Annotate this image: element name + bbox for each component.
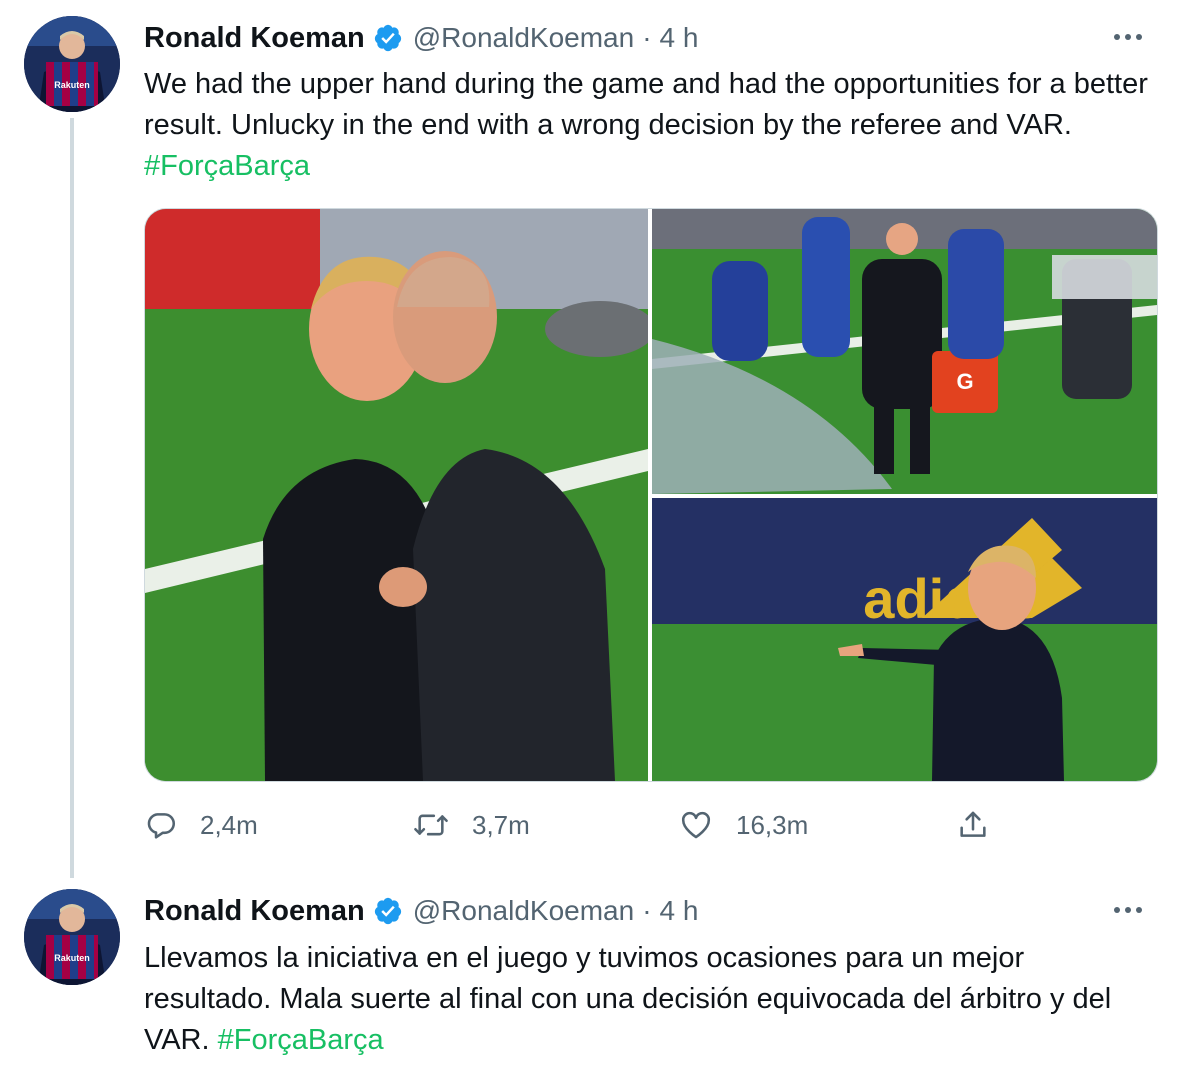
reply-count: 2,4m: [200, 809, 258, 840]
separator: ·: [642, 22, 652, 53]
author-handle[interactable]: @RonaldKoeman: [413, 22, 634, 54]
avatar-jersey-text: Rakuten: [54, 80, 90, 90]
reply-button[interactable]: 2,4m: [144, 800, 258, 850]
photo-koeman-on-sideline[interactable]: G: [652, 209, 1157, 494]
author-name[interactable]: Ronald Koeman: [144, 895, 365, 928]
share-button[interactable]: [956, 800, 990, 850]
retweet-icon: [412, 808, 450, 842]
tweet-header: Ronald Koeman @RonaldKoeman · 4 h: [144, 18, 698, 58]
svg-text:G: G: [956, 369, 973, 394]
verified-badge-icon: [373, 896, 403, 926]
author-handle[interactable]: @RonaldKoeman: [413, 895, 634, 927]
photo-koeman-pointing[interactable]: adidas: [652, 498, 1157, 781]
tweet-text: Llevamos la iniciativa en el juego y tuv…: [144, 938, 1154, 1061]
retweet-count: 3,7m: [472, 809, 530, 840]
tweet-actions: 2,4m 3,7m 16,3m: [144, 800, 1156, 850]
more-options-icon[interactable]: [1108, 22, 1148, 52]
tweet-header: Ronald Koeman @RonaldKoeman · 4 h: [144, 891, 698, 931]
tweet-timestamp[interactable]: 4 h: [660, 895, 699, 927]
avatar-jersey-text: Rakuten: [54, 953, 90, 963]
media-grid: G adidas: [144, 208, 1158, 782]
avatar[interactable]: Rakuten: [24, 889, 120, 985]
separator: ·: [642, 895, 652, 926]
tweet-timestamp[interactable]: 4 h: [660, 22, 699, 54]
tweet-body: We had the upper hand during the game an…: [144, 68, 1148, 141]
photo-koeman-zidane-handshake[interactable]: [145, 209, 648, 781]
like-button[interactable]: 16,3m: [678, 800, 808, 850]
more-options-icon[interactable]: [1108, 895, 1148, 925]
hashtag-link[interactable]: #ForçaBarça: [144, 150, 310, 182]
hashtag-link[interactable]: #ForçaBarça: [218, 1024, 384, 1056]
retweet-button[interactable]: 3,7m: [412, 800, 530, 850]
verified-badge-icon: [373, 23, 403, 53]
avatar[interactable]: Rakuten: [24, 16, 120, 112]
author-name[interactable]: Ronald Koeman: [144, 22, 365, 55]
reply-icon: [144, 808, 178, 842]
tweet-text: We had the upper hand during the game an…: [144, 64, 1154, 187]
like-icon: [678, 808, 714, 842]
thread-connector-line: [70, 118, 74, 878]
share-icon: [956, 808, 990, 842]
like-count: 16,3m: [736, 809, 809, 840]
